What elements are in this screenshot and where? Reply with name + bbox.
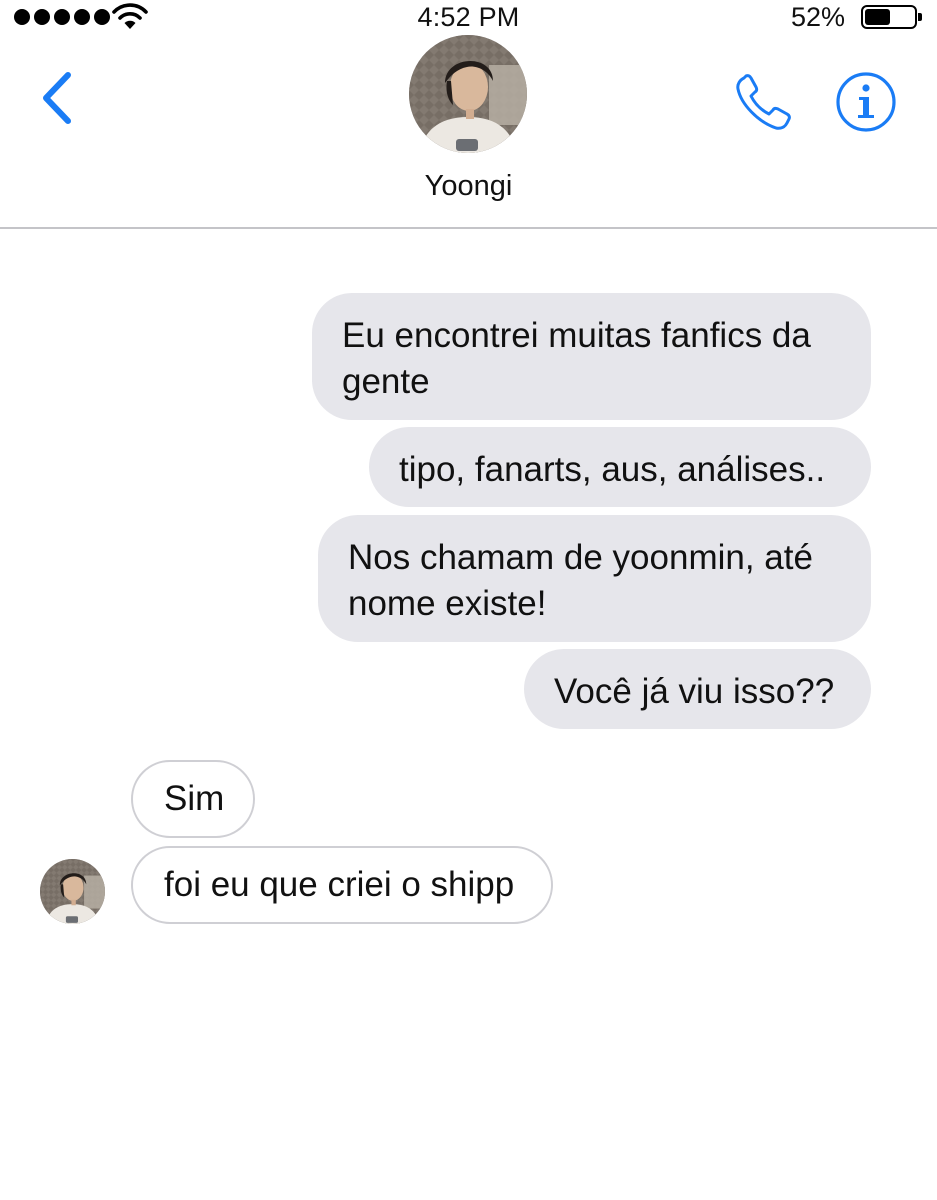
info-icon[interactable]	[834, 70, 898, 134]
header-divider	[0, 227, 937, 229]
outgoing-message[interactable]: Eu encontrei muitas fanfics da gente	[312, 293, 871, 420]
contact-avatar[interactable]	[409, 35, 527, 153]
incoming-message[interactable]: Sim	[131, 760, 255, 838]
outgoing-message[interactable]: tipo, fanarts, aus, análises..	[369, 427, 871, 507]
contact-name[interactable]: Yoongi	[0, 168, 937, 204]
battery-icon	[861, 5, 922, 29]
phone-icon[interactable]	[732, 72, 794, 134]
outgoing-message[interactable]: Você já viu isso??	[524, 649, 871, 729]
sender-avatar[interactable]	[40, 859, 105, 924]
battery-level-fill	[865, 9, 890, 25]
chevron-left-icon[interactable]	[38, 70, 74, 126]
battery-percentage: 52%	[790, 2, 845, 32]
incoming-message[interactable]: foi eu que criei o shipp	[131, 846, 553, 924]
outgoing-message[interactable]: Nos chamam de yoonmin, até nome existe!	[318, 515, 871, 642]
status-bar: 4:52 PM 52%	[0, 0, 937, 34]
